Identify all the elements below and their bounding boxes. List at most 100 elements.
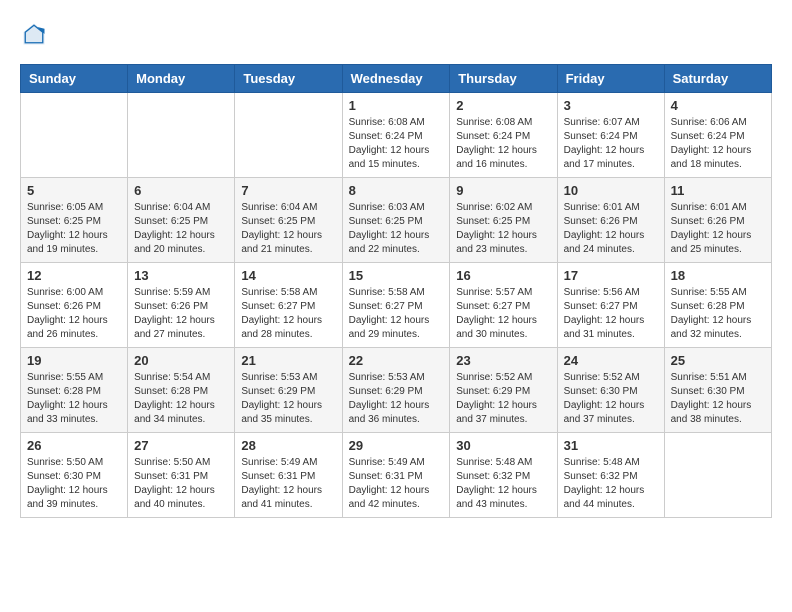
calendar-day-header: Monday	[128, 65, 235, 93]
day-info: Sunrise: 6:06 AM Sunset: 6:24 PM Dayligh…	[671, 116, 765, 172]
calendar-cell: 23 Sunrise: 5:52 AM Sunset: 6:29 PM Dayli…	[450, 348, 557, 433]
calendar-cell: 16 Sunrise: 5:57 AM Sunset: 6:27 PM Dayli…	[450, 263, 557, 348]
day-info: Sunrise: 5:58 AM Sunset: 6:27 PM Dayligh…	[241, 286, 335, 342]
calendar-cell: 1 Sunrise: 6:08 AM Sunset: 6:24 PM Daylig…	[342, 93, 450, 178]
day-number: 19	[27, 353, 121, 368]
calendar-cell: 5 Sunrise: 6:05 AM Sunset: 6:25 PM Daylig…	[21, 178, 128, 263]
day-number: 20	[134, 353, 228, 368]
day-info: Sunrise: 5:53 AM Sunset: 6:29 PM Dayligh…	[241, 371, 335, 427]
day-number: 11	[671, 183, 765, 198]
day-number: 30	[456, 438, 550, 453]
calendar-cell: 15Sunrise: 5:58 AM Sunset: 6:27 PM Dayli…	[342, 263, 450, 348]
calendar-cell: 14Sunrise: 5:58 AM Sunset: 6:27 PM Dayli…	[235, 263, 342, 348]
calendar-cell: 29 Sunrise: 5:49 AM Sunset: 6:31 PM Dayli…	[342, 433, 450, 518]
calendar-cell	[21, 93, 128, 178]
day-number: 26	[27, 438, 121, 453]
day-number: 21	[241, 353, 335, 368]
day-info: Sunrise: 5:50 AM Sunset: 6:30 PM Dayligh…	[27, 456, 121, 512]
day-number: 24	[564, 353, 658, 368]
day-info: Sunrise: 5:52 AM Sunset: 6:29 PM Dayligh…	[456, 371, 550, 427]
day-number: 7	[241, 183, 335, 198]
day-info: Sunrise: 5:59 AM Sunset: 6:26 PM Dayligh…	[134, 286, 228, 342]
day-number: 16	[456, 268, 550, 283]
calendar-cell: 20 Sunrise: 5:54 AM Sunset: 6:28 PM Dayli…	[128, 348, 235, 433]
calendar-cell: 7 Sunrise: 6:04 AM Sunset: 6:25 PM Daylig…	[235, 178, 342, 263]
calendar-day-header: Tuesday	[235, 65, 342, 93]
calendar-cell: 10 Sunrise: 6:01 AM Sunset: 6:26 PM Dayli…	[557, 178, 664, 263]
calendar-cell: 2 Sunrise: 6:08 AM Sunset: 6:24 PM Daylig…	[450, 93, 557, 178]
day-info: Sunrise: 6:00 AM Sunset: 6:26 PM Dayligh…	[27, 286, 121, 342]
calendar-cell: 18 Sunrise: 5:55 AM Sunset: 6:28 PM Dayli…	[664, 263, 771, 348]
day-number: 1	[349, 98, 444, 113]
day-number: 2	[456, 98, 550, 113]
day-number: 17	[564, 268, 658, 283]
calendar-cell	[235, 93, 342, 178]
day-number: 27	[134, 438, 228, 453]
day-info: Sunrise: 6:01 AM Sunset: 6:26 PM Dayligh…	[671, 201, 765, 257]
day-info: Sunrise: 5:50 AM Sunset: 6:31 PM Dayligh…	[134, 456, 228, 512]
calendar-day-header: Thursday	[450, 65, 557, 93]
calendar-cell: 27 Sunrise: 5:50 AM Sunset: 6:31 PM Dayli…	[128, 433, 235, 518]
calendar-week-row: 12 Sunrise: 6:00 AM Sunset: 6:26 PM Dayli…	[21, 263, 772, 348]
calendar-week-row: 5 Sunrise: 6:05 AM Sunset: 6:25 PM Daylig…	[21, 178, 772, 263]
calendar-cell: 31Sunrise: 5:48 AM Sunset: 6:32 PM Dayli…	[557, 433, 664, 518]
day-info: Sunrise: 6:05 AM Sunset: 6:25 PM Dayligh…	[27, 201, 121, 257]
day-info: Sunrise: 5:57 AM Sunset: 6:27 PM Dayligh…	[456, 286, 550, 342]
calendar-day-header: Saturday	[664, 65, 771, 93]
calendar-cell: 12 Sunrise: 6:00 AM Sunset: 6:26 PM Dayli…	[21, 263, 128, 348]
calendar-cell: 4Sunrise: 6:06 AM Sunset: 6:24 PM Daylig…	[664, 93, 771, 178]
day-info: Sunrise: 5:49 AM Sunset: 6:31 PM Dayligh…	[241, 456, 335, 512]
day-number: 18	[671, 268, 765, 283]
day-info: Sunrise: 5:54 AM Sunset: 6:28 PM Dayligh…	[134, 371, 228, 427]
calendar-cell: 24 Sunrise: 5:52 AM Sunset: 6:30 PM Dayli…	[557, 348, 664, 433]
day-info: Sunrise: 5:52 AM Sunset: 6:30 PM Dayligh…	[564, 371, 658, 427]
day-number: 13	[134, 268, 228, 283]
day-info: Sunrise: 6:01 AM Sunset: 6:26 PM Dayligh…	[564, 201, 658, 257]
day-number: 29	[349, 438, 444, 453]
day-number: 23	[456, 353, 550, 368]
day-number: 3	[564, 98, 658, 113]
day-info: Sunrise: 6:04 AM Sunset: 6:25 PM Dayligh…	[241, 201, 335, 257]
calendar-cell: 28 Sunrise: 5:49 AM Sunset: 6:31 PM Dayli…	[235, 433, 342, 518]
calendar-cell: 26 Sunrise: 5:50 AM Sunset: 6:30 PM Dayli…	[21, 433, 128, 518]
day-number: 8	[349, 183, 444, 198]
calendar-cell: 22Sunrise: 5:53 AM Sunset: 6:29 PM Dayli…	[342, 348, 450, 433]
day-number: 12	[27, 268, 121, 283]
calendar-week-row: 1 Sunrise: 6:08 AM Sunset: 6:24 PM Daylig…	[21, 93, 772, 178]
day-info: Sunrise: 5:48 AM Sunset: 6:32 PM Dayligh…	[564, 456, 658, 512]
calendar-cell: 30 Sunrise: 5:48 AM Sunset: 6:32 PM Dayli…	[450, 433, 557, 518]
day-info: Sunrise: 6:03 AM Sunset: 6:25 PM Dayligh…	[349, 201, 444, 257]
day-info: Sunrise: 5:55 AM Sunset: 6:28 PM Dayligh…	[671, 286, 765, 342]
day-info: Sunrise: 6:02 AM Sunset: 6:25 PM Dayligh…	[456, 201, 550, 257]
page-header	[20, 20, 772, 48]
day-number: 10	[564, 183, 658, 198]
calendar-day-header: Wednesday	[342, 65, 450, 93]
logo	[20, 20, 52, 48]
calendar-cell: 19 Sunrise: 5:55 AM Sunset: 6:28 PM Dayli…	[21, 348, 128, 433]
calendar-week-row: 26 Sunrise: 5:50 AM Sunset: 6:30 PM Dayli…	[21, 433, 772, 518]
calendar-cell	[664, 433, 771, 518]
calendar-cell: 11 Sunrise: 6:01 AM Sunset: 6:26 PM Dayli…	[664, 178, 771, 263]
calendar-header-row: SundayMondayTuesdayWednesdayThursdayFrid…	[21, 65, 772, 93]
day-info: Sunrise: 5:48 AM Sunset: 6:32 PM Dayligh…	[456, 456, 550, 512]
calendar-cell: 6Sunrise: 6:04 AM Sunset: 6:25 PM Daylig…	[128, 178, 235, 263]
day-info: Sunrise: 5:49 AM Sunset: 6:31 PM Dayligh…	[349, 456, 444, 512]
day-info: Sunrise: 6:08 AM Sunset: 6:24 PM Dayligh…	[349, 116, 444, 172]
day-number: 5	[27, 183, 121, 198]
calendar-cell: 9Sunrise: 6:02 AM Sunset: 6:25 PM Daylig…	[450, 178, 557, 263]
calendar-cell: 8 Sunrise: 6:03 AM Sunset: 6:25 PM Daylig…	[342, 178, 450, 263]
day-number: 25	[671, 353, 765, 368]
calendar-cell: 25 Sunrise: 5:51 AM Sunset: 6:30 PM Dayli…	[664, 348, 771, 433]
calendar-cell: 17Sunrise: 5:56 AM Sunset: 6:27 PM Dayli…	[557, 263, 664, 348]
calendar-day-header: Sunday	[21, 65, 128, 93]
day-number: 28	[241, 438, 335, 453]
day-number: 6	[134, 183, 228, 198]
calendar-cell: 3Sunrise: 6:07 AM Sunset: 6:24 PM Daylig…	[557, 93, 664, 178]
day-info: Sunrise: 5:51 AM Sunset: 6:30 PM Dayligh…	[671, 371, 765, 427]
day-info: Sunrise: 5:58 AM Sunset: 6:27 PM Dayligh…	[349, 286, 444, 342]
day-info: Sunrise: 6:08 AM Sunset: 6:24 PM Dayligh…	[456, 116, 550, 172]
calendar-cell: 13 Sunrise: 5:59 AM Sunset: 6:26 PM Dayli…	[128, 263, 235, 348]
calendar-day-header: Friday	[557, 65, 664, 93]
day-info: Sunrise: 5:55 AM Sunset: 6:28 PM Dayligh…	[27, 371, 121, 427]
day-info: Sunrise: 5:53 AM Sunset: 6:29 PM Dayligh…	[349, 371, 444, 427]
